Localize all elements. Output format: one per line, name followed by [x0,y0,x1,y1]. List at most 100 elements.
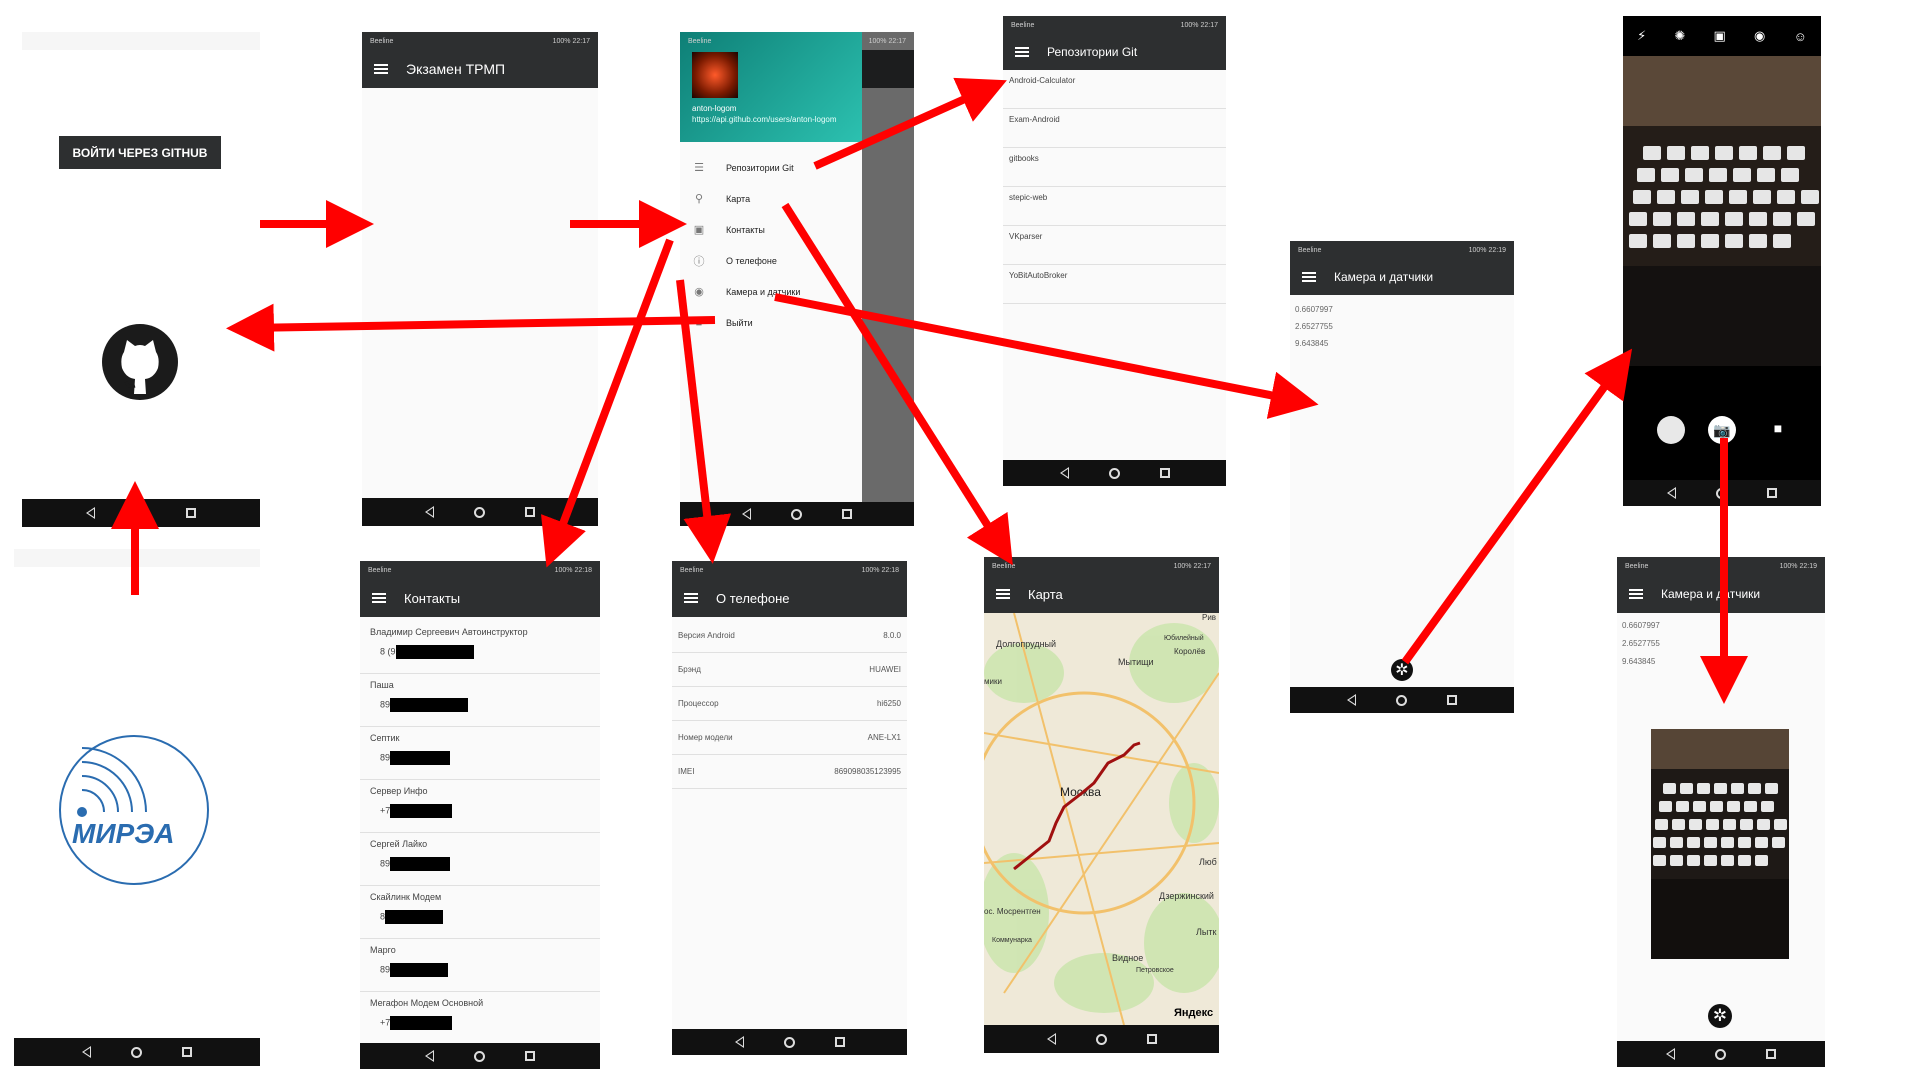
nav-recent-icon[interactable] [1159,468,1170,478]
repo-item[interactable]: stepic-web [1003,187,1226,226]
sensor-value: 2.6527755 [1622,639,1660,648]
drawer-item-contacts[interactable]: ▣ Контакты [680,214,862,245]
contacts-screen: Beeline 100% 22:18 Контакты Владимир Сер… [360,561,600,1069]
map-brand: Яндекс [1174,1007,1214,1019]
map-view[interactable]: Долгопрудный Мытищи Королёв Юбилейный Мо… [984,613,1219,1025]
contact-item[interactable]: Сервер Инфо +7 [360,780,600,833]
redaction [390,963,449,977]
drawer-item-camera[interactable]: ◉ Камера и датчики [680,276,862,307]
nav-home-icon[interactable] [1108,467,1120,479]
menu-icon[interactable] [1015,47,1029,57]
nav-home-icon[interactable] [1716,487,1727,499]
nav-home-icon[interactable] [131,1046,142,1058]
aperture-icon[interactable]: ✺ [1674,28,1685,44]
menu-icon[interactable] [1629,589,1643,599]
repo-item[interactable]: Android-Calculator [1003,70,1226,109]
nav-bar [672,1029,907,1055]
shutter-icon[interactable]: ✲ [1708,1004,1732,1028]
menu-icon[interactable] [372,593,386,603]
filter-icon[interactable]: ▣ [1714,28,1726,44]
nav-back-icon[interactable] [86,507,95,519]
camera-shutter-icon[interactable]: 📷 [1708,416,1736,444]
nav-home-icon[interactable] [791,508,802,520]
drawer-item-label: Контакты [726,224,765,235]
info-row: Версия Android 8.0.0 [672,619,907,653]
menu-icon[interactable] [996,589,1010,599]
nav-recent-icon[interactable] [186,508,196,518]
repo-item[interactable]: VKparser [1003,226,1226,265]
shutter-icon[interactable]: ✲ [1391,659,1413,681]
redaction [390,698,469,712]
beauty-icon[interactable]: ☺ [1794,29,1807,44]
menu-icon[interactable] [684,593,698,603]
mode-icon[interactable]: ◉ [1754,28,1765,44]
sensor-value: 0.6607997 [1622,621,1660,630]
gallery-thumb[interactable] [1657,416,1685,444]
nav-back-icon[interactable] [1347,694,1356,706]
nav-home-icon[interactable] [783,1036,795,1048]
status-bar: Beeline 100% 22:17 [984,557,1219,575]
drawer-topbar-right [862,50,914,88]
nav-back-icon[interactable] [1046,1033,1056,1045]
repo-item[interactable]: YoBitAutoBroker [1003,265,1226,304]
map-screen: Beeline 100% 22:17 Карта Долгопрудный Мы… [984,557,1219,1053]
contact-item[interactable]: Паша 89 [360,674,600,727]
menu-icon[interactable] [374,64,388,74]
drawer-scrim[interactable] [862,32,914,502]
contact-item[interactable]: Сергей Лайко 89 [360,833,600,886]
drawer-url[interactable]: https://api.github.com/users/anton-logom [692,115,852,125]
nav-home-icon[interactable] [474,1050,485,1062]
nav-bar [362,498,598,526]
nav-bar [360,1043,600,1069]
nav-home-icon[interactable] [1396,694,1407,706]
menu-icon[interactable] [1302,272,1316,282]
drawer-item-label: Карта [726,193,751,204]
nav-recent-icon[interactable] [525,1051,535,1061]
redaction [395,645,474,659]
drawer-item-repos[interactable]: ☰ Репозитории Git [680,152,862,183]
nav-home-icon[interactable] [1095,1033,1107,1045]
contact-item[interactable]: Скайлинк Модем 8 [360,886,600,939]
nav-recent-icon[interactable] [834,1037,845,1047]
contact-item[interactable]: Мегафон Модем Основной +7 [360,992,600,1032]
nav-recent-icon[interactable] [525,507,535,517]
nav-back-icon[interactable] [1667,487,1676,499]
nav-back-icon[interactable] [82,1046,91,1058]
nav-recent-icon[interactable] [1146,1034,1157,1044]
repo-item[interactable]: gitbooks [1003,148,1226,187]
nav-recent-icon[interactable] [182,1047,192,1057]
status-bar: Beeline 100% 22:19 [1290,241,1514,259]
nav-recent-icon[interactable] [842,509,852,519]
mirea-logo-text: МИРЭА [72,818,175,849]
avatar [692,52,738,98]
nav-home-icon[interactable] [1715,1048,1726,1060]
nav-recent-icon[interactable] [1766,1049,1776,1059]
camera-screen: ⚡ ✺ ▣ ◉ ☺ 📷 ■ [1623,16,1821,506]
page-title: Камера и датчики [1334,270,1434,284]
nav-back-icon[interactable] [425,1050,434,1062]
flash-icon[interactable]: ⚡ [1637,28,1646,44]
contact-item[interactable]: Владимир Сергеевич Автоинструктор 8 (9 [360,621,600,674]
contact-phone: +7 [380,805,391,816]
drawer-item-about[interactable]: ⓘ О телефоне [680,245,862,276]
login-github-button[interactable]: ВОЙТИ ЧЕРЕЗ GITHUB [59,136,221,169]
nav-back-icon[interactable] [425,506,434,518]
contact-item[interactable]: Септик 89 [360,727,600,780]
nav-back-icon[interactable] [1666,1048,1675,1060]
drawer-username: anton-logom [692,104,737,113]
splash-nav-bar [14,1038,260,1066]
video-icon[interactable]: ■ [1767,420,1789,440]
contact-name: Паша [370,680,394,690]
drawer-item-map[interactable]: ⚲ Карта [680,183,862,214]
repo-item[interactable]: Exam-Android [1003,109,1226,148]
nav-recent-icon[interactable] [1447,695,1457,705]
nav-recent-icon[interactable] [1767,488,1777,498]
contact-phone: 89 [380,964,391,975]
nav-back-icon[interactable] [742,508,751,520]
drawer-item-exit[interactable]: ■ Выйти [680,307,862,338]
contact-item[interactable]: Марго 89 [360,939,600,992]
nav-back-icon[interactable] [1059,467,1069,479]
sensor-value: 9.643845 [1295,339,1329,348]
nav-home-icon[interactable] [474,506,485,518]
nav-back-icon[interactable] [734,1036,744,1048]
